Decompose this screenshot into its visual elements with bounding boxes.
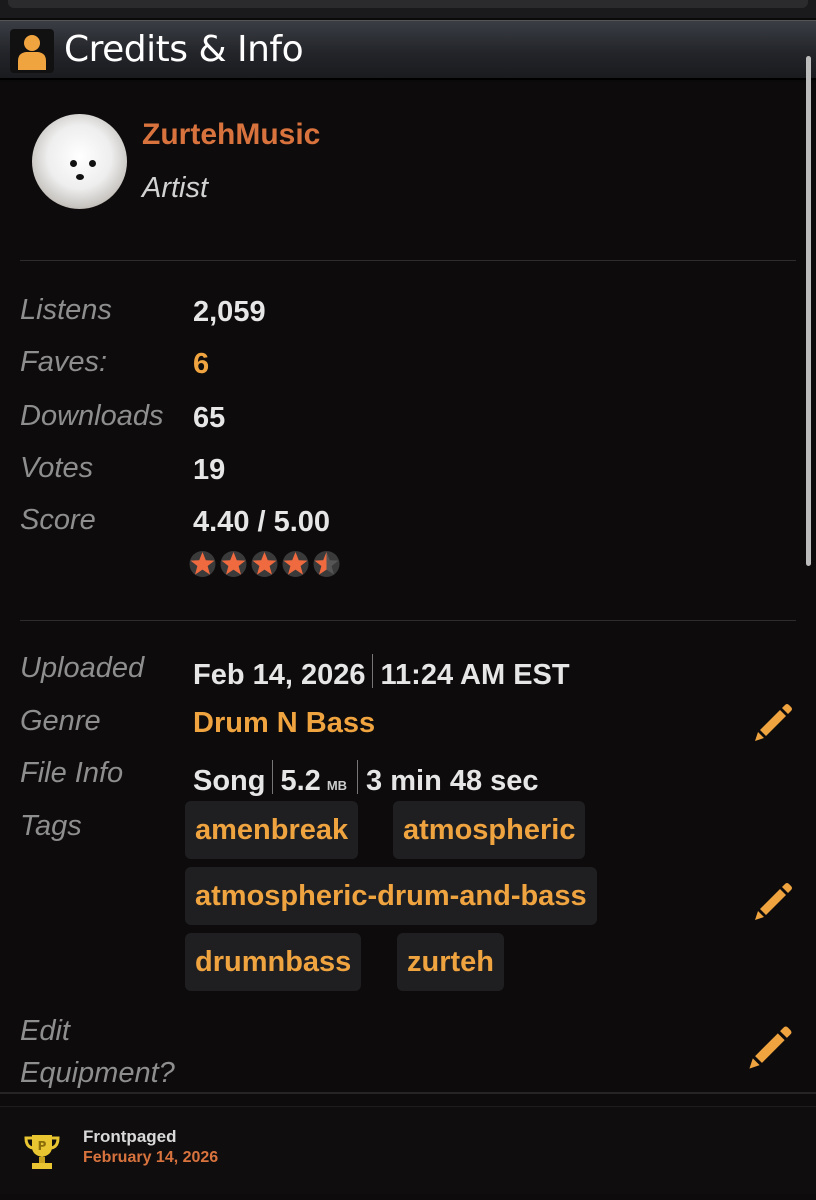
uploaded-label: Uploaded bbox=[20, 652, 145, 684]
votes-label: Votes bbox=[20, 452, 94, 484]
avatar[interactable] bbox=[32, 114, 127, 209]
edit-equipment-label: Edit Equipment? bbox=[20, 1010, 175, 1094]
uploaded-value: Feb 14, 2026 11:24 AM EST bbox=[193, 654, 570, 692]
panel-header: Credits & Info bbox=[0, 20, 816, 80]
score-label: Score bbox=[20, 504, 96, 536]
file-type: Song bbox=[193, 765, 266, 797]
panel-body: ZurtehMusic Artist Listens 2,059 Faves: … bbox=[0, 82, 816, 1092]
edit-equipment-line1: Edit bbox=[20, 1015, 70, 1047]
trophy-icon: P bbox=[24, 1135, 60, 1169]
votes-value: 19 bbox=[193, 454, 226, 486]
file-info-value: Song 5.2 MB 3 min 48 sec bbox=[193, 760, 539, 798]
divider bbox=[20, 620, 796, 621]
edit-equipment-pencil-icon[interactable] bbox=[746, 1022, 796, 1072]
edit-tags-pencil-icon[interactable] bbox=[752, 879, 796, 923]
downloads-label: Downloads bbox=[20, 400, 164, 432]
top-strip bbox=[0, 0, 816, 18]
file-size-unit: MB bbox=[326, 778, 348, 793]
score-value: 4.40 / 5.00 bbox=[193, 506, 331, 538]
star-icon bbox=[251, 551, 278, 577]
tag-atmospheric[interactable]: atmospheric bbox=[393, 801, 586, 859]
genre-label: Genre bbox=[20, 705, 101, 737]
credits-info-panel: Credits & Info ZurtehMusic Artist Listen… bbox=[0, 20, 816, 1200]
tag-atmospheric-drum-and-bass[interactable]: atmospheric-drum-and-bass bbox=[185, 867, 597, 925]
listens-value: 2,059 bbox=[193, 296, 266, 328]
file-size: 5.2 bbox=[280, 765, 321, 797]
uploaded-time: 11:24 AM EST bbox=[380, 659, 570, 691]
faves-label: Faves: bbox=[20, 346, 108, 378]
duration: 3 min 48 sec bbox=[366, 765, 539, 797]
uploaded-date: Feb 14, 2026 bbox=[193, 659, 366, 691]
star-icon bbox=[220, 551, 247, 577]
genre-link[interactable]: Drum N Bass bbox=[193, 707, 375, 740]
faves-value[interactable]: 6 bbox=[193, 348, 209, 381]
edit-equipment-line2: Equipment? bbox=[20, 1057, 175, 1089]
downloads-value: 65 bbox=[193, 402, 226, 434]
award-title: Frontpaged bbox=[83, 1127, 177, 1146]
tag-drumnbass[interactable]: drumnbass bbox=[185, 933, 362, 991]
half-star-icon bbox=[313, 551, 340, 577]
file-info-label: File Info bbox=[20, 757, 124, 789]
edit-genre-pencil-icon[interactable] bbox=[752, 700, 796, 744]
scrollbar-thumb[interactable] bbox=[806, 56, 811, 566]
listens-label: Listens bbox=[20, 294, 112, 326]
tag-zurteh[interactable]: zurteh bbox=[397, 933, 504, 991]
rating-stars bbox=[188, 550, 343, 578]
footer: P Frontpaged February 14, 2026 bbox=[0, 1092, 816, 1200]
user-icon bbox=[10, 29, 54, 73]
star-icon bbox=[189, 551, 216, 577]
tag-amenbreak[interactable]: amenbreak bbox=[185, 801, 359, 859]
star-icon bbox=[282, 551, 309, 577]
artist-name-link[interactable]: ZurtehMusic bbox=[142, 118, 320, 152]
divider bbox=[20, 260, 796, 261]
panel-title: Credits & Info bbox=[64, 29, 304, 70]
artist-role: Artist bbox=[142, 172, 209, 204]
award-row: P Frontpaged February 14, 2026 bbox=[0, 1106, 816, 1194]
award-date: February 14, 2026 bbox=[83, 1149, 219, 1166]
tags-label: Tags bbox=[20, 810, 82, 842]
svg-text:P: P bbox=[38, 1139, 47, 1153]
